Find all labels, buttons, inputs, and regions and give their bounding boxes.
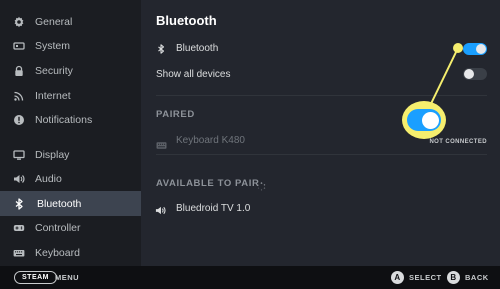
sidebar-item-label: Display — [35, 149, 70, 161]
available-device-name: Bluedroid TV 1.0 — [176, 203, 251, 214]
paired-device-name: Keyboard K480 — [176, 135, 245, 146]
sidebar-item-label: Security — [35, 65, 73, 77]
show-all-devices-toggle[interactable] — [463, 68, 487, 80]
bluetooth-toggle-label: Bluetooth — [176, 43, 219, 54]
sidebar-item-display[interactable]: Display — [0, 143, 141, 167]
sidebar-item-label: General — [35, 16, 73, 28]
available-section-heading: AVAILABLE TO PAIR — [156, 178, 260, 189]
notification-icon — [12, 113, 26, 127]
bluetooth-toggle[interactable] — [463, 43, 487, 55]
sidebar-item-label: System — [35, 40, 71, 52]
available-device-row[interactable]: Bluedroid TV 1.0 — [141, 198, 500, 220]
a-button-icon[interactable]: A — [391, 271, 404, 284]
sidebar-item-system[interactable]: System — [0, 34, 141, 58]
sidebar-item-internet[interactable]: Internet — [0, 84, 141, 108]
sidebar-item-label: Notifications — [35, 114, 93, 126]
sidebar-item-general[interactable]: General — [0, 10, 141, 34]
sidebar-item-notifications[interactable]: Notifications — [0, 108, 141, 132]
b-button-icon[interactable]: B — [447, 271, 460, 284]
footer-bar: STEAM MENU A SELECT B BACK — [0, 266, 500, 289]
connection-status: NOT CONNECTED — [429, 139, 487, 145]
sidebar-item-controller[interactable]: Controller — [0, 216, 141, 240]
sidebar-item-label: Audio — [35, 173, 62, 185]
sidebar-item-label: Keyboard — [35, 247, 80, 259]
sidebar-item-keyboard[interactable]: Keyboard — [0, 241, 141, 265]
toggle-knob — [476, 44, 486, 54]
gamepad-icon — [12, 221, 26, 235]
wifi-icon — [12, 89, 26, 103]
divider — [156, 154, 487, 155]
loading-spinner-icon — [257, 178, 266, 196]
system-icon — [12, 39, 26, 53]
steam-button[interactable]: STEAM — [14, 271, 57, 284]
paired-device-toggle[interactable] — [407, 109, 441, 131]
speaker-icon — [155, 203, 166, 221]
toggle-knob — [421, 111, 439, 129]
gear-icon — [12, 15, 26, 29]
keyboard-icon — [156, 136, 167, 154]
menu-label: MENU — [55, 273, 80, 282]
bluetooth-icon — [12, 197, 26, 211]
monitor-icon — [12, 148, 26, 162]
sidebar-item-label: Bluetooth — [37, 197, 82, 210]
divider — [156, 95, 487, 96]
sidebar-item-label: Internet — [35, 90, 71, 102]
sidebar-item-label: Controller — [35, 222, 81, 234]
callout-dot — [453, 43, 463, 53]
lock-icon — [12, 64, 26, 78]
paired-section-heading: PAIRED — [156, 109, 195, 120]
bluetooth-settings-panel: Bluetooth Bluetooth Show all devices PAI… — [141, 0, 500, 266]
show-all-devices-label: Show all devices — [156, 69, 231, 80]
sidebar-item-security[interactable]: Security — [0, 59, 141, 83]
sidebar-item-audio[interactable]: Audio — [0, 167, 141, 191]
bluetooth-row-icon — [156, 42, 166, 54]
settings-sidebar: General System Security Internet Notific… — [0, 0, 141, 266]
back-label: BACK — [465, 273, 489, 282]
keyboard-icon — [12, 246, 26, 260]
select-label: SELECT — [409, 273, 442, 282]
sidebar-item-bluetooth[interactable]: Bluetooth — [0, 191, 141, 216]
page-title: Bluetooth — [156, 13, 217, 28]
speaker-icon — [12, 172, 26, 186]
toggle-knob — [464, 69, 474, 79]
